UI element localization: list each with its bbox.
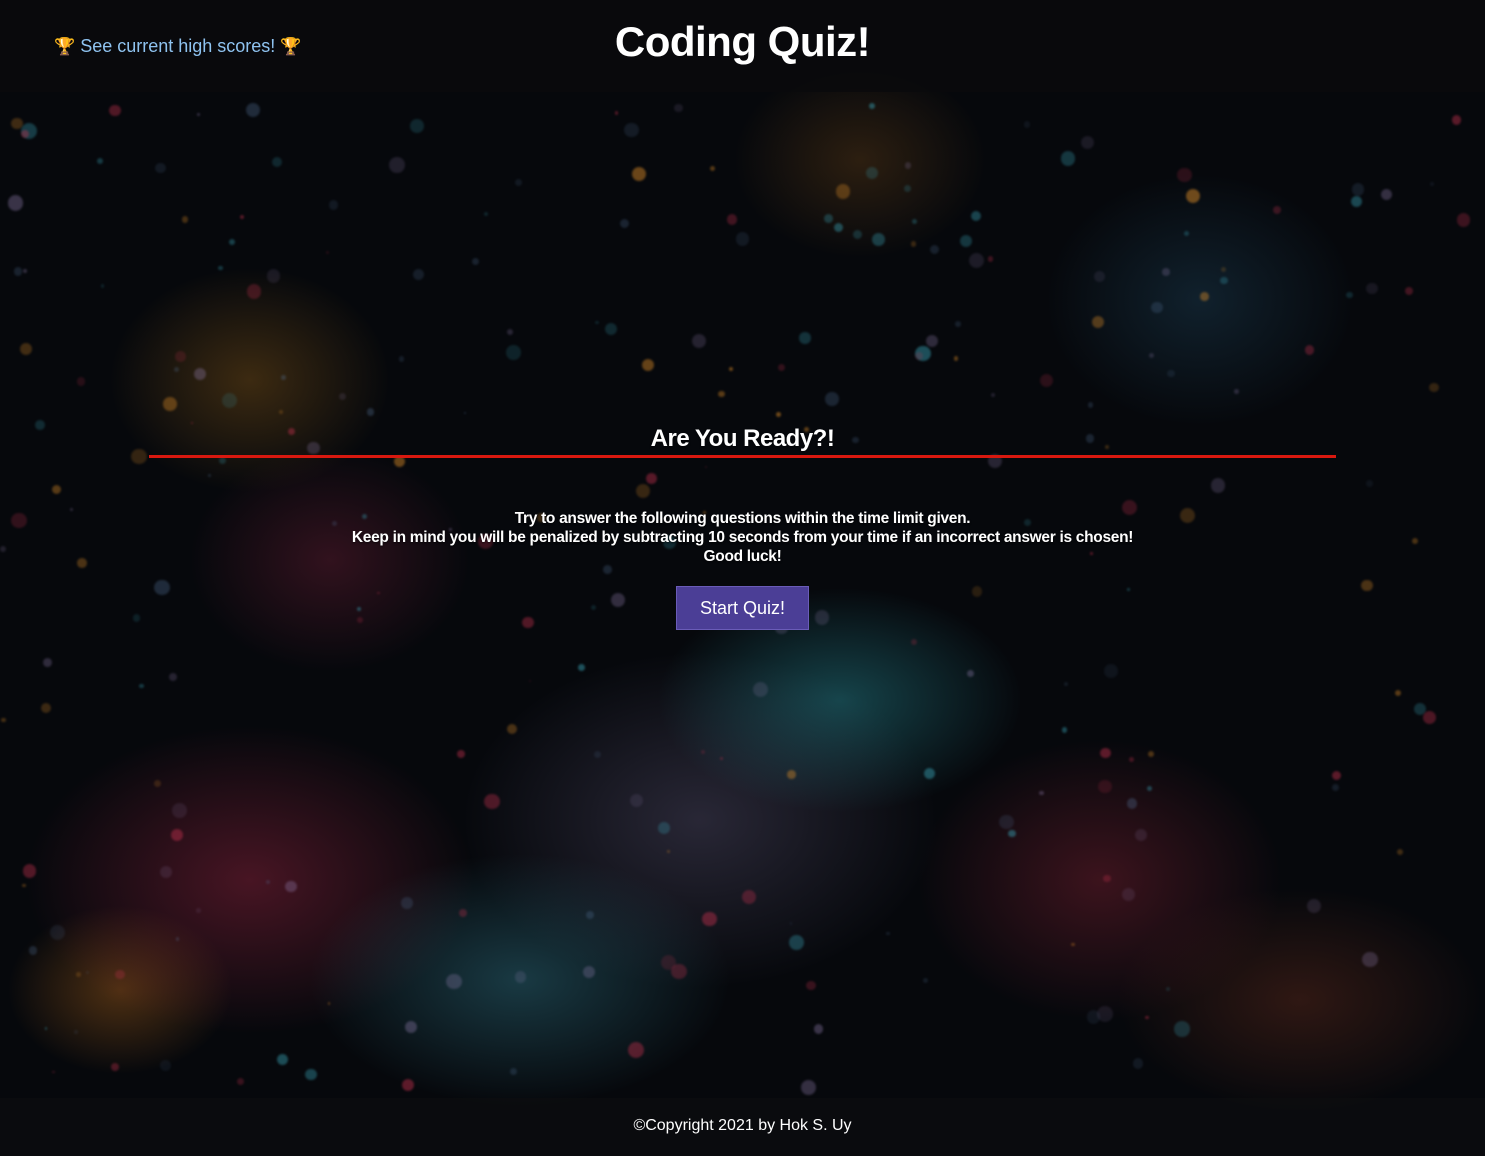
instruction-line: Keep in mind you will be penalized by su…	[351, 529, 1134, 546]
footer: ©Copyright 2021 by Hok S. Uy	[0, 1098, 1485, 1156]
start-quiz-button[interactable]: Start Quiz!	[676, 586, 809, 630]
instruction-line: Good luck!	[703, 548, 782, 565]
page-title: Coding Quiz!	[614, 18, 871, 65]
instruction-line: Try to answer the following questions wi…	[514, 510, 971, 527]
copyright-text: ©Copyright 2021 by Hok S. Uy	[633, 1117, 852, 1134]
top-header: 🏆 See current high scores! 🏆 Coding Quiz…	[0, 0, 1485, 92]
intro-panel: Are You Ready?! Try to answer the follow…	[149, 425, 1336, 630]
intro-heading: Are You Ready?!	[149, 425, 1336, 458]
instructions: Try to answer the following questions wi…	[149, 509, 1336, 566]
